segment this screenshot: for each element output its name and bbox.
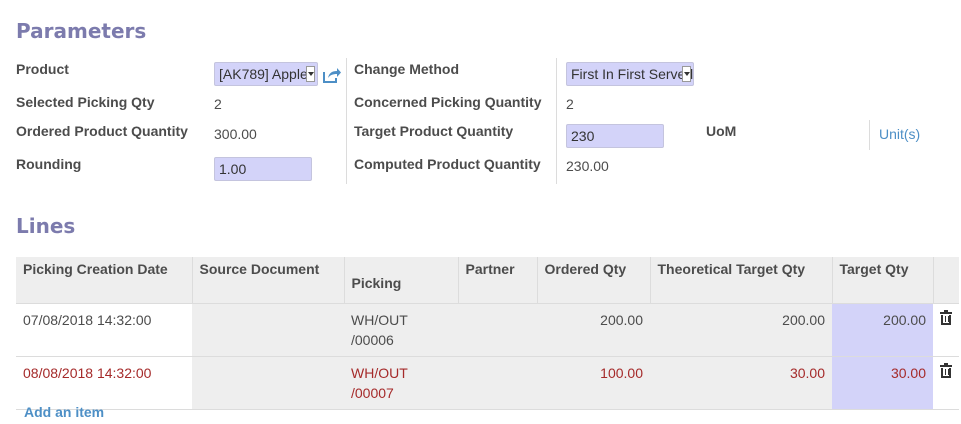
table-row[interactable]: 08/08/2018 14:32:00 WH/OUT /00007 100.00… — [16, 355, 959, 410]
column-divider — [556, 58, 557, 184]
column-header-picking[interactable]: Picking — [343, 257, 458, 303]
rounding-input[interactable] — [214, 157, 312, 181]
target-product-quantity-input[interactable] — [566, 124, 664, 148]
change-method-select-value: First In First Served — [571, 66, 694, 82]
concerned-picking-quantity-label: Concerned Picking Quantity — [354, 94, 542, 110]
uom-link[interactable]: Unit(s) — [879, 126, 920, 142]
concerned-picking-quantity-value: 2 — [566, 96, 574, 112]
picking-cell[interactable]: WH/OUT /00007 — [344, 355, 458, 410]
theoretical-target-qty-cell[interactable]: 200.00 — [650, 302, 832, 356]
target-qty-cell[interactable]: 30.00 — [832, 355, 933, 410]
table-row[interactable]: 07/08/2018 14:32:00 WH/OUT /00006 200.00… — [16, 302, 959, 356]
picking-cell-line: WH/OUT — [351, 364, 408, 381]
table-header-row: Picking Creation Date Source Document Pi… — [16, 257, 959, 303]
trash-icon — [940, 362, 952, 378]
delete-row-button[interactable] — [933, 355, 959, 410]
column-header-ordered-qty[interactable]: Ordered Qty — [536, 257, 650, 303]
uom-label: UoM — [706, 123, 737, 139]
partner-cell[interactable] — [458, 302, 537, 356]
external-link-icon[interactable] — [322, 66, 342, 84]
column-header-target-qty[interactable]: Target Qty — [831, 257, 933, 303]
theoretical-target-qty-cell[interactable]: 30.00 — [650, 355, 832, 410]
product-select[interactable]: [AK789] Apple — [214, 62, 318, 86]
picking-cell[interactable]: WH/OUT /00006 — [344, 302, 458, 356]
column-divider — [346, 58, 347, 184]
delete-row-button[interactable] — [933, 302, 959, 356]
computed-product-quantity-value: 230.00 — [566, 158, 609, 174]
ordered-qty-cell[interactable]: 100.00 — [537, 355, 650, 410]
picking-cell-line: WH/OUT — [351, 311, 408, 328]
lines-table: Picking Creation Date Source Document Pi… — [16, 257, 959, 410]
target-qty-cell[interactable]: 200.00 — [832, 302, 933, 356]
selected-picking-qty-value: 2 — [214, 96, 222, 112]
picking-creation-date-cell[interactable]: 08/08/2018 14:32:00 — [16, 355, 192, 410]
change-method-select[interactable]: First In First Served — [566, 62, 694, 86]
selected-picking-qty-label: Selected Picking Qty — [16, 94, 155, 110]
picking-creation-date-cell[interactable]: 07/08/2018 14:32:00 — [16, 302, 192, 356]
parameters-title: Parameters — [16, 19, 147, 43]
lines-title: Lines — [16, 214, 76, 238]
rounding-label: Rounding — [16, 156, 82, 172]
change-method-label: Change Method — [354, 61, 459, 77]
column-header-partner[interactable]: Partner — [457, 257, 537, 303]
product-select-value: [AK789] Apple — [219, 66, 308, 82]
ordered-product-quantity-label: Ordered Product Quantity — [16, 123, 188, 139]
ordered-product-quantity-value: 300.00 — [214, 126, 257, 142]
source-document-cell[interactable] — [192, 355, 344, 410]
column-header-picking-creation-date[interactable]: Picking Creation Date — [16, 257, 192, 303]
caret-down-icon — [306, 66, 315, 82]
column-header-actions — [932, 257, 959, 303]
computed-product-quantity-label: Computed Product Quantity — [354, 156, 541, 172]
source-document-cell[interactable] — [192, 302, 344, 356]
trash-icon — [940, 309, 952, 325]
column-header-theoretical-target-qty[interactable]: Theoretical Target Qty — [649, 257, 832, 303]
column-divider — [869, 120, 870, 150]
add-item-link[interactable]: Add an item — [24, 404, 104, 420]
product-label: Product — [16, 61, 69, 77]
picking-cell-line: /00006 — [351, 331, 394, 348]
target-product-quantity-label: Target Product Quantity — [354, 123, 514, 139]
caret-down-icon — [682, 66, 691, 82]
ordered-qty-cell[interactable]: 200.00 — [537, 302, 650, 356]
column-header-source-document[interactable]: Source Document — [191, 257, 344, 303]
partner-cell[interactable] — [458, 355, 537, 410]
picking-cell-line: /00007 — [351, 384, 394, 401]
